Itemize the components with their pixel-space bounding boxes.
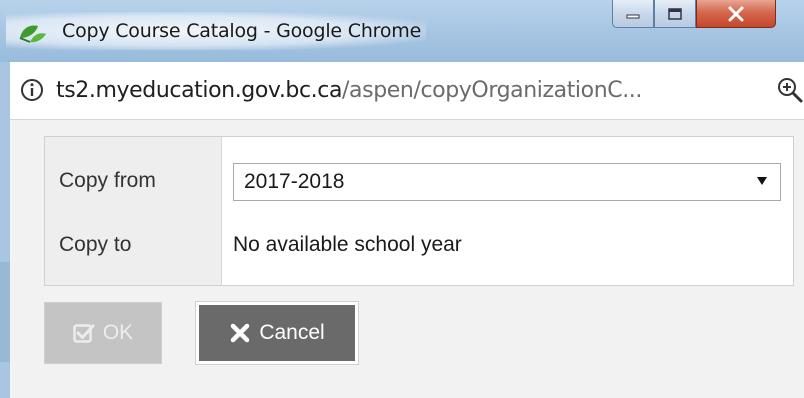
- x-icon: [231, 323, 250, 343]
- minimize-icon: [626, 14, 640, 18]
- url-text[interactable]: ts2.myeducation.gov.bc.ca/aspen/copyOrga…: [56, 78, 642, 103]
- cancel-button[interactable]: Cancel: [196, 302, 358, 364]
- url-host: ts2.myeducation.gov.bc.ca: [56, 78, 343, 103]
- maximize-icon: [668, 7, 682, 20]
- checkbox-check-icon: [73, 324, 95, 343]
- copy-to-label: Copy to: [59, 233, 132, 256]
- copy-from-label: Copy from: [59, 169, 156, 192]
- copy-to-value: No available school year: [233, 233, 462, 256]
- copy-form: Copy from Copy to 2017-2018 No available…: [44, 136, 794, 286]
- url-path: /aspen/copyOrganizationC...: [342, 78, 642, 103]
- copy-from-selected-value: 2017-2018: [244, 170, 345, 193]
- copy-from-select[interactable]: 2017-2018: [233, 163, 781, 201]
- minimize-button[interactable]: [612, 0, 654, 28]
- window-frame-left: [0, 62, 10, 398]
- cancel-button-label: Cancel: [259, 321, 325, 344]
- address-bar[interactable]: ts2.myeducation.gov.bc.ca/aspen/copyOrga…: [10, 62, 804, 120]
- window-titlebar[interactable]: Copy Course Catalog - Google Chrome: [0, 0, 804, 62]
- chrome-leaf-icon: [19, 25, 46, 43]
- zoom-icon[interactable]: [776, 76, 804, 104]
- info-icon[interactable]: [20, 78, 44, 102]
- close-button[interactable]: [696, 0, 776, 28]
- maximize-button[interactable]: [654, 0, 696, 28]
- dialog-content: Copy from Copy to 2017-2018 No available…: [10, 120, 804, 398]
- ok-button-label: OK: [102, 321, 134, 344]
- window-title: Copy Course Catalog - Google Chrome: [62, 20, 422, 42]
- label-column: Copy from Copy to: [45, 137, 222, 285]
- window-controls: [612, 0, 776, 30]
- ok-button[interactable]: OK: [44, 302, 162, 364]
- dropdown-arrow-icon: [757, 177, 767, 185]
- close-icon: [728, 6, 744, 21]
